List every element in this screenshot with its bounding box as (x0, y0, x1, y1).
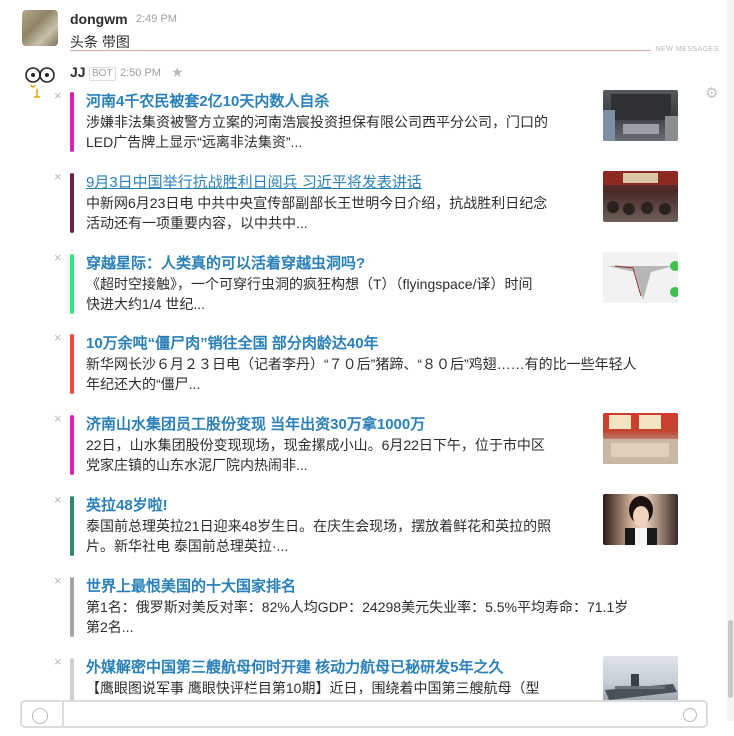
divider (62, 702, 64, 726)
attachment: × 济南山水集团员工股份变现 当年出资30万拿1000万 22日，山水集团股份变… (54, 411, 680, 493)
attachment-color-bar (70, 334, 74, 394)
close-icon[interactable]: × (54, 169, 62, 184)
thumbnail-image[interactable] (603, 413, 678, 464)
attachment-description: 【鹰眼图说军事 鹰眼快评栏目第10期】近日，围绕着中国第三艘航母（型 (86, 678, 539, 698)
star-icon[interactable]: ★ (171, 64, 184, 81)
close-icon[interactable]: × (54, 250, 62, 265)
attachment-color-bar (70, 173, 74, 233)
attachment-color-bar (70, 92, 74, 152)
attachment-color-bar (70, 254, 74, 314)
avatar[interactable] (22, 10, 58, 46)
plus-icon[interactable] (32, 708, 48, 724)
username[interactable]: JJ (70, 64, 86, 80)
description-line: 泰国前总理英拉21日迎来48岁生日。在庆生会现场，摆放着鲜花和英拉的照 (86, 518, 552, 534)
attachment-title-link[interactable]: 济南山水集团员工股份变现 当年出资30万拿1000万 (86, 413, 425, 434)
bot-badge: BOT (89, 67, 116, 81)
description-line: 年纪还大的“僵尸... (86, 376, 201, 392)
attachment: × 河南4千农民被套2亿10天内数人自杀 涉嫌非法集资被警方立案的河南浩宸投资担… (54, 88, 680, 170)
description-line: 第1名：俄罗斯对美反对率：82%人均GDP：24298美元失业率：5.5%平均寿… (86, 599, 629, 615)
close-icon[interactable]: × (54, 411, 62, 426)
scrollbar-track[interactable] (727, 0, 734, 721)
thumbnail-image[interactable] (603, 252, 678, 303)
emoji-icon[interactable] (683, 708, 697, 722)
scrollbar-thumb[interactable] (728, 620, 733, 698)
attachment-title-link[interactable]: 9月3日中国举行抗战胜利日阅兵 习近平将发表讲话 (86, 171, 422, 192)
attachment-title-link[interactable]: 10万余吨“僵尸肉”销往全国 部分肉龄达40年 (86, 332, 379, 353)
new-messages-label: NEW MESSAGES (651, 46, 721, 53)
avatar[interactable] (22, 63, 58, 99)
gear-icon[interactable]: ⚙ (705, 84, 718, 102)
description-line: 涉嫌非法集资被警方立案的河南浩宸投资担保有限公司西平分公司，门口的 (86, 114, 548, 130)
new-messages-divider (70, 50, 720, 51)
attachment-description: 《超时空接触》，一个可穿行虫洞的疯狂构想（T）（flyingspace/译）时间… (86, 274, 532, 314)
message-dongwm: dongwm 2:49 PM 头条 带图 (0, 0, 734, 52)
thumbnail-image[interactable] (603, 90, 678, 141)
description-line: 中新网6月23日电 中共中央宣传部副部长王世明今日介绍，抗战胜利日纪念 (86, 195, 548, 211)
description-line: 【鹰眼图说军事 鹰眼快评栏目第10期】近日，围绕着中国第三艘航母（型 (86, 680, 540, 696)
description-line: 新华网长沙６月２３日电（记者李丹）“７０后”猪蹄、“８０后”鸡翅……有的比一些年… (86, 356, 637, 372)
attachment: × 英拉48岁啦! 泰国前总理英拉21日迎来48岁生日。在庆生会现场，摆放着鲜花… (54, 492, 680, 574)
attachment-title-link[interactable]: 河南4千农民被套2亿10天内数人自杀 (86, 90, 329, 111)
timestamp[interactable]: 2:49 PM (136, 13, 177, 25)
message-input[interactable] (20, 700, 708, 728)
attachment-color-bar (70, 496, 74, 556)
description-line: 《超时空接触》，一个可穿行虫洞的疯狂构想（T）（flyingspace/译）时间 (86, 276, 533, 292)
attachment: × 世界上最恨美国的十大国家排名 第1名：俄罗斯对美反对率：82%人均GDP：2… (54, 573, 680, 655)
username[interactable]: dongwm (70, 11, 128, 27)
description-line: 党家庄镇的山东水泥厂院内热闹非... (86, 457, 308, 473)
attachment-description: 中新网6月23日电 中共中央宣传部副部长王世明今日介绍，抗战胜利日纪念 活动还有… (86, 193, 547, 233)
attachment-description: 22日，山水集团股份变现现场，现金摞成小山。6月22日下午，位于市中区 党家庄镇… (86, 435, 545, 475)
attachment-description: 新华网长沙６月２３日电（记者李丹）“７０后”猪蹄、“８０后”鸡翅……有的比一些年… (86, 354, 637, 394)
description-line: 快进大约1/4 世纪... (86, 296, 206, 312)
timestamp[interactable]: 2:50 PM (120, 67, 161, 79)
attachment: × 10万余吨“僵尸肉”销往全国 部分肉龄达40年 新华网长沙６月２３日电（记者… (54, 330, 680, 412)
description-line: 活动还有一项重要内容，以中共中... (86, 215, 308, 231)
close-icon[interactable]: × (54, 492, 62, 507)
description-line: 22日，山水集团股份变现现场，现金摞成小山。6月22日下午，位于市中区 (86, 437, 545, 453)
attachment-color-bar (70, 577, 74, 637)
attachment-description: 泰国前总理英拉21日迎来48岁生日。在庆生会现场，摆放着鲜花和英拉的照 片。新华… (86, 516, 551, 556)
attachment: × 穿越星际：人类真的可以活着穿越虫洞吗? 《超时空接触》，一个可穿行虫洞的疯狂… (54, 250, 680, 332)
attachment-title-link[interactable]: 世界上最恨美国的十大国家排名 (86, 575, 296, 596)
attachment-description: 第1名：俄罗斯对美反对率：82%人均GDP：24298美元失业率：5.5%平均寿… (86, 597, 628, 637)
attachment-description: 涉嫌非法集资被警方立案的河南浩宸投资担保有限公司西平分公司，门口的 LED广告牌… (86, 112, 548, 152)
attachment-color-bar (70, 415, 74, 475)
close-icon[interactable]: × (54, 654, 62, 669)
description-line: 片。新华社电 泰国前总理英拉·... (86, 538, 289, 554)
attachment: × 9月3日中国举行抗战胜利日阅兵 习近平将发表讲话 中新网6月23日电 中共中… (54, 169, 680, 251)
description-line: LED广告牌上显示“远离非法集资”... (86, 134, 303, 150)
description-line: 第2名... (86, 619, 134, 635)
close-icon[interactable]: × (54, 330, 62, 345)
thumbnail-image[interactable] (603, 494, 678, 545)
close-icon[interactable]: × (54, 573, 62, 588)
attachment-title-link[interactable]: 穿越星际：人类真的可以活着穿越虫洞吗? (86, 252, 365, 273)
attachment-title-link[interactable]: 外媒解密中国第三艘航母何时开建 核动力航母已秘研发5年之久 (86, 656, 504, 677)
message-text: 头条 带图 (70, 34, 130, 50)
thumbnail-image[interactable] (603, 171, 678, 222)
attachment-title-link[interactable]: 英拉48岁啦! (86, 494, 168, 515)
close-icon[interactable]: × (54, 88, 62, 103)
